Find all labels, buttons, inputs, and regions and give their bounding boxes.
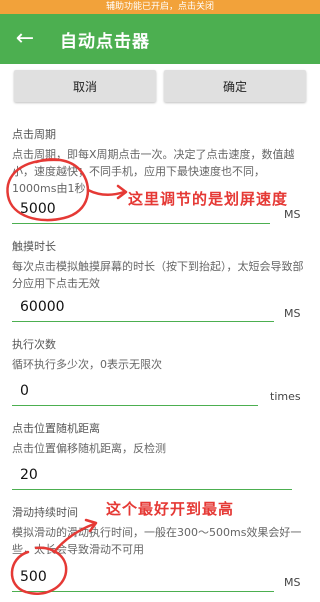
input-value: 0 bbox=[20, 383, 29, 399]
input-value: 60000 bbox=[20, 299, 65, 315]
touch-duration-input[interactable]: 60000 bbox=[12, 292, 274, 322]
unit-label: MS bbox=[284, 307, 301, 320]
section-title: 点击位置随机距离 bbox=[12, 422, 100, 435]
section-description: 每次点击模拟触摸屏幕的时长（按下到抬起），太短会导致部分应用下点击无效 bbox=[12, 260, 304, 290]
section-description: 模拟滑动的滑动执行时间，一般在300～500ms效果会好一些，太长会导致滑动不可… bbox=[12, 526, 302, 556]
section-title: 点击周期 bbox=[12, 128, 56, 141]
annotation-note-swipe-speed: 这里调节的是划屏速度 bbox=[128, 190, 289, 208]
random-offset-section: 点击位置随机距离 点击位置偏移随机距离，反检测 bbox=[12, 420, 308, 457]
app-bar: ← 自动点击器 bbox=[0, 14, 320, 64]
page-title: 自动点击器 bbox=[60, 31, 150, 52]
section-title: 执行次数 bbox=[12, 338, 56, 351]
unit-label: times bbox=[270, 390, 301, 403]
input-value: 5000 bbox=[20, 201, 56, 217]
section-title: 触摸时长 bbox=[12, 240, 56, 253]
unit-label: MS bbox=[284, 576, 301, 589]
annotation-note-max: 这个最好开到最高 bbox=[106, 500, 235, 518]
input-value: 500 bbox=[20, 569, 47, 585]
section-description: 点击位置偏移随机距离，反检测 bbox=[12, 442, 166, 455]
click-period-section: 点击周期 点击周期，即每X周期点击一次。决定了点击速度，数值越小，速度越快；不同… bbox=[12, 126, 308, 197]
random-offset-input[interactable]: 20 bbox=[12, 460, 292, 490]
input-value: 20 bbox=[20, 467, 38, 483]
action-button-row: 取消 确定 bbox=[0, 64, 320, 110]
accessibility-notice-bar[interactable]: 辅助功能已开启，点击关闭 bbox=[0, 0, 320, 14]
touch-duration-section: 触摸时长 每次点击模拟触摸屏幕的时长（按下到抬起），太短会导致部分应用下点击无效 bbox=[12, 238, 308, 292]
confirm-button[interactable]: 确定 bbox=[164, 70, 306, 102]
execute-count-input[interactable]: 0 bbox=[12, 376, 258, 406]
back-arrow-icon[interactable]: ← bbox=[0, 14, 50, 64]
execute-count-section: 执行次数 循环执行多少次，0表示无限次 bbox=[12, 336, 308, 373]
cancel-button[interactable]: 取消 bbox=[14, 70, 156, 102]
unit-label: MS bbox=[284, 208, 301, 221]
swipe-duration-input[interactable]: 500 bbox=[12, 562, 274, 592]
section-description: 循环执行多少次，0表示无限次 bbox=[12, 358, 162, 371]
